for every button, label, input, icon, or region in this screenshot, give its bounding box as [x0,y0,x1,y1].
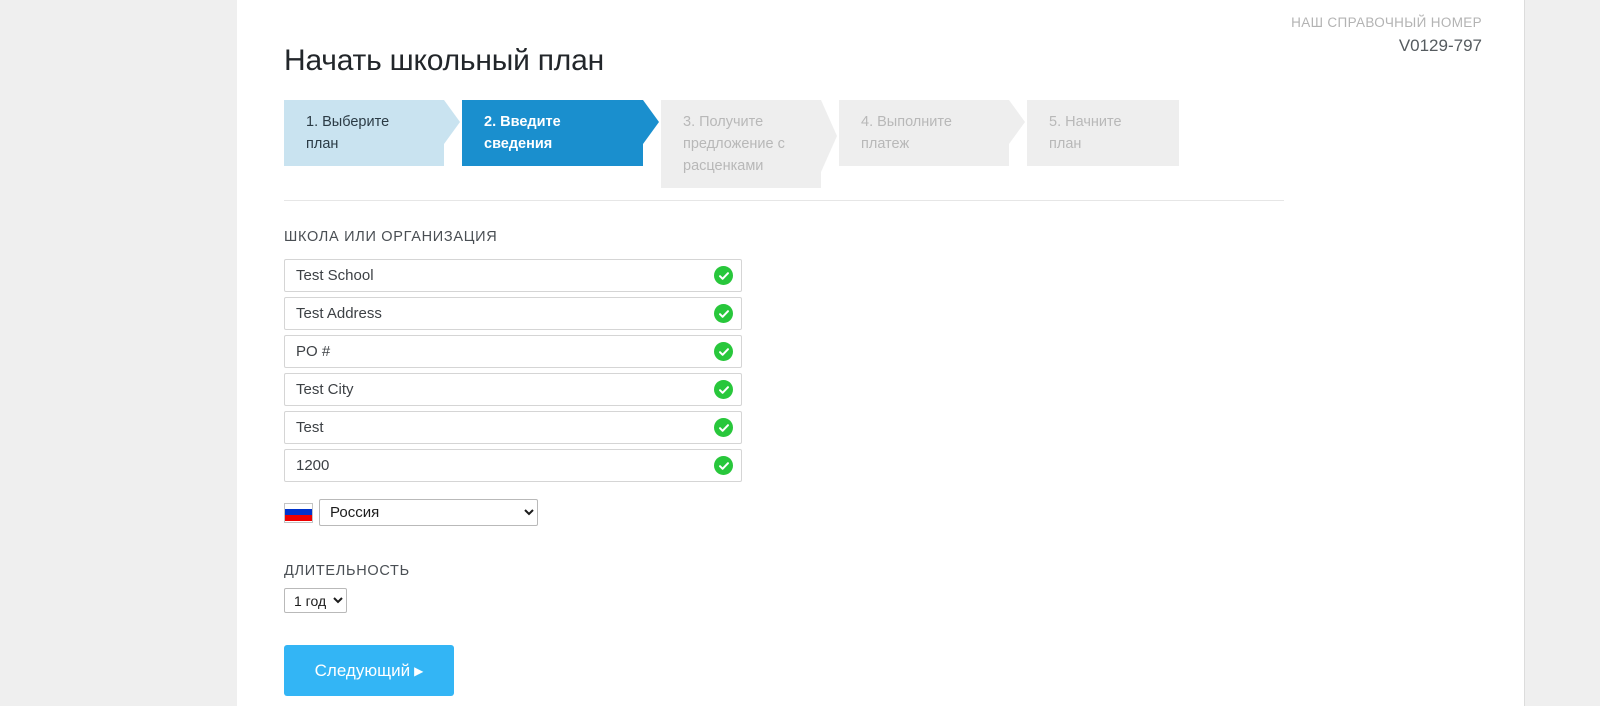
valid-check-icon [714,418,733,437]
page-title: Начать школьный план [284,44,604,77]
form-section-label: ШКОЛА ИЛИ ОРГАНИЗАЦИЯ [284,229,498,245]
reference-number-value: V0129-797 [1398,36,1482,55]
school-name-input[interactable] [284,259,742,292]
step-item-4-make-payment[interactable]: 4. Выполните платеж [839,100,1025,166]
valid-check-icon [714,304,733,323]
step-item-3-get-quote[interactable]: 3. Получите предложение с расценками [661,100,837,188]
page-canvas: НАШ СПРАВОЧНЫЙ НОМЕР V0129-797 Начать шк… [0,0,1600,706]
field-row-school-name [284,259,742,292]
duration-label: ДЛИТЕЛЬНОСТЬ [284,563,410,579]
duration-select[interactable]: 1 год [284,588,347,613]
reference-number-label: НАШ СПРАВОЧНЫЙ НОМЕР [1291,15,1482,30]
state-input[interactable] [284,411,742,444]
field-row-state [284,411,742,444]
flag-ru-icon [284,502,313,523]
step-item-5-start-plan[interactable]: 5. Начните план [1027,100,1179,166]
valid-check-icon [714,342,733,361]
step-item-1-choose-plan[interactable]: 1. Выберите план [284,100,460,166]
next-button-label: Следующий [314,660,411,680]
step-progress-bar: 1. Выберите план 2. Введите сведения 3. … [284,100,1179,188]
step-label: 5. Начните план [1049,114,1122,152]
step-label: 2. Введите сведения [484,114,561,152]
reference-number-block: НАШ СПРАВОЧНЫЙ НОМЕР V0129-797 [1291,14,1482,57]
content-sheet: НАШ СПРАВОЧНЫЙ НОМЕР V0129-797 Начать шк… [237,0,1525,706]
form-actions: Следующий ▶ [284,613,984,696]
country-select[interactable]: Россия [319,499,538,526]
caret-right-icon: ▶ [414,663,424,678]
field-row-city [284,373,742,406]
field-row-address [284,297,742,330]
postal-code-input[interactable] [284,449,742,482]
city-input[interactable] [284,373,742,406]
school-details-form: ШКОЛА ИЛИ ОРГАНИЗАЦИЯ Test School Test A… [284,228,984,696]
step-label: 1. Выберите план [306,114,390,152]
field-row-po-number [284,335,742,368]
country-row: Россия [284,499,984,526]
address-input[interactable] [284,297,742,330]
valid-check-icon [714,266,733,285]
step-label: 4. Выполните платеж [861,114,952,152]
next-button[interactable]: Следующий ▶ [284,645,454,696]
po-number-input[interactable] [284,335,742,368]
field-row-postal-code [284,449,742,482]
step-item-2-enter-details[interactable]: 2. Введите сведения [462,100,659,166]
valid-check-icon [714,380,733,399]
header-divider [284,200,1284,201]
step-label: 3. Получите предложение с расценками [683,114,785,174]
valid-check-icon [714,456,733,475]
